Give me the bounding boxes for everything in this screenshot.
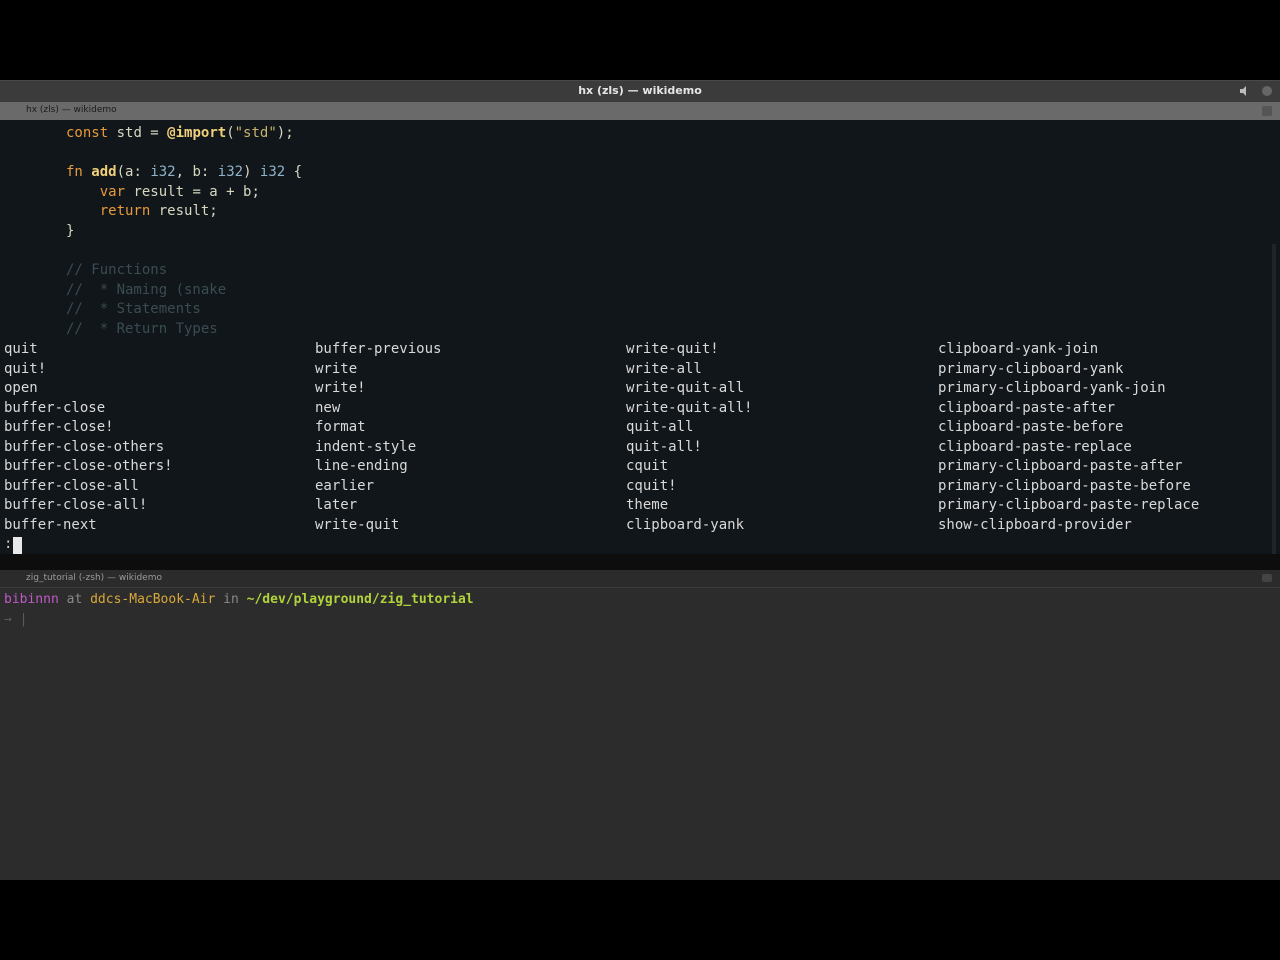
completion-item[interactable]: primary-clipboard-yank-join [938, 379, 1166, 399]
command-completion-menu: quit quit! open buffer-close buffer-close! bu… [0, 340, 1270, 540]
letterbox-bottom [0, 880, 1280, 960]
code-token: "std" [234, 125, 277, 141]
code-token: std = [108, 125, 168, 141]
completion-item[interactable]: write-quit-all [626, 379, 744, 399]
completion-item[interactable]: quit-all [626, 418, 693, 438]
completion-item[interactable]: buffer-close! [4, 418, 114, 438]
window-titlebar: hx (zls) — wikidemo [0, 80, 1280, 102]
code-token: @import [167, 125, 227, 141]
code-token: // * Statements [66, 301, 201, 318]
tab-close-icon[interactable] [1262, 574, 1272, 582]
code-token: // * Return Types [66, 321, 218, 337]
code-token: , b: [175, 164, 218, 181]
shell-input-line[interactable]: → | [4, 612, 27, 627]
code-line[interactable]: return result; [66, 201, 218, 221]
prompt-path: ~/dev/playground/zig_tutorial [246, 592, 474, 607]
speaker-icon[interactable] [1240, 86, 1250, 96]
prompt-host: ddcs-MacBook-Air [90, 592, 216, 607]
code-line[interactable]: const std = @import("std"); [66, 123, 294, 143]
completion-item[interactable]: format [315, 418, 366, 438]
code-token: ) [243, 164, 260, 181]
code-token: return [66, 203, 151, 220]
prompt-in: in [215, 592, 247, 607]
code-token: // * Naming (snake [66, 281, 227, 298]
completion-item[interactable]: new [315, 399, 340, 419]
code-token: { [285, 164, 303, 181]
completion-item[interactable]: later [315, 496, 357, 516]
completion-item[interactable]: primary-clipboard-paste-replace [938, 496, 1199, 516]
completion-item[interactable]: indent-style [315, 438, 416, 458]
completion-item[interactable]: buffer-close-others! [4, 457, 173, 477]
code-token: ( [226, 125, 235, 141]
completion-item[interactable]: cquit! [626, 477, 677, 497]
code-token: i32 [150, 164, 176, 181]
window-title: hx (zls) — wikidemo [578, 84, 702, 97]
code-token: add [91, 164, 117, 181]
code-line[interactable]: // * Statements [66, 299, 201, 319]
code-token: fn [66, 164, 92, 181]
terminal-tab-label[interactable]: zig_tutorial (-zsh) — wikidemo [26, 573, 162, 583]
code-token: } [66, 223, 75, 239]
tab-close-icon[interactable] [1262, 106, 1272, 116]
terminal-tab-bar: zig_tutorial (-zsh) — wikidemo [0, 570, 1280, 588]
completion-item[interactable]: clipboard-yank [626, 516, 744, 536]
completion-item[interactable]: buffer-close-others [4, 438, 164, 458]
completion-item[interactable]: buffer-previous [315, 340, 441, 360]
completion-item[interactable]: primary-clipboard-yank [938, 360, 1123, 380]
code-line[interactable]: // Functions [66, 260, 167, 280]
completion-item[interactable]: primary-clipboard-paste-before [938, 477, 1191, 497]
completion-item[interactable]: quit-all! [626, 438, 702, 458]
code-token: const [66, 125, 109, 141]
completion-item[interactable]: buffer-close-all [4, 477, 139, 497]
code-token: ); [276, 125, 294, 141]
completion-item[interactable]: primary-clipboard-paste-after [938, 457, 1182, 477]
code-token: i32 [217, 164, 244, 181]
completion-item[interactable]: buffer-next [4, 516, 97, 536]
completion-item[interactable]: clipboard-paste-after [938, 399, 1115, 419]
completion-item[interactable]: write-all [626, 360, 702, 380]
command-line[interactable]: : [0, 536, 1270, 554]
completion-item[interactable]: show-clipboard-provider [938, 516, 1132, 536]
completion-item[interactable]: write-quit [315, 516, 399, 536]
terminal-pane[interactable]: bibinnn at ddcs-MacBook-Air in ~/dev/pla… [0, 588, 1280, 880]
completion-item[interactable]: earlier [315, 477, 374, 497]
completion-item[interactable]: buffer-close-all! [4, 496, 147, 516]
shell-prompt: bibinnn at ddcs-MacBook-Air in ~/dev/pla… [4, 592, 474, 607]
completion-item[interactable]: clipboard-paste-before [938, 418, 1123, 438]
command-prompt: : [4, 536, 13, 552]
completion-item[interactable]: quit [4, 340, 38, 360]
code-line[interactable]: // * Return Types [66, 319, 218, 339]
completion-item[interactable]: open [4, 379, 38, 399]
editor-tab-bar: hx (zls) — wikidemo [0, 102, 1280, 120]
code-line[interactable]: fn add(a: i32, b: i32) i32 { [66, 162, 302, 182]
code-token: // Functions [66, 262, 168, 279]
split-divider[interactable] [0, 554, 1280, 570]
code-token: var [66, 183, 126, 200]
completion-item[interactable]: buffer-close [4, 399, 105, 419]
completion-item[interactable]: line-ending [315, 457, 408, 477]
code-token: i32 [259, 164, 286, 181]
code-line[interactable]: var result = a + b; [66, 182, 260, 202]
code-token: (a: [116, 164, 151, 181]
completion-item[interactable]: write-quit-all! [626, 399, 752, 419]
text-cursor [13, 537, 22, 554]
code-token: result = a + b; [125, 183, 260, 200]
completion-item[interactable]: write! [315, 379, 366, 399]
completion-item[interactable]: write [315, 360, 357, 380]
completion-item[interactable]: cquit [626, 457, 668, 477]
code-line[interactable]: // * Naming (snake [66, 280, 226, 300]
completion-item[interactable]: write-quit! [626, 340, 719, 360]
editor-tab-label[interactable]: hx (zls) — wikidemo [26, 105, 117, 115]
completion-item[interactable]: theme [626, 496, 668, 516]
code-line[interactable]: } [66, 221, 74, 241]
code-token: result; [150, 203, 218, 220]
prompt-user: bibinnn [4, 592, 59, 607]
prompt-at: at [58, 592, 91, 607]
completion-item[interactable]: clipboard-yank-join [938, 340, 1098, 360]
window-control-button[interactable] [1262, 86, 1272, 96]
completion-item[interactable]: clipboard-paste-replace [938, 438, 1132, 458]
completion-item[interactable]: quit! [4, 360, 46, 380]
